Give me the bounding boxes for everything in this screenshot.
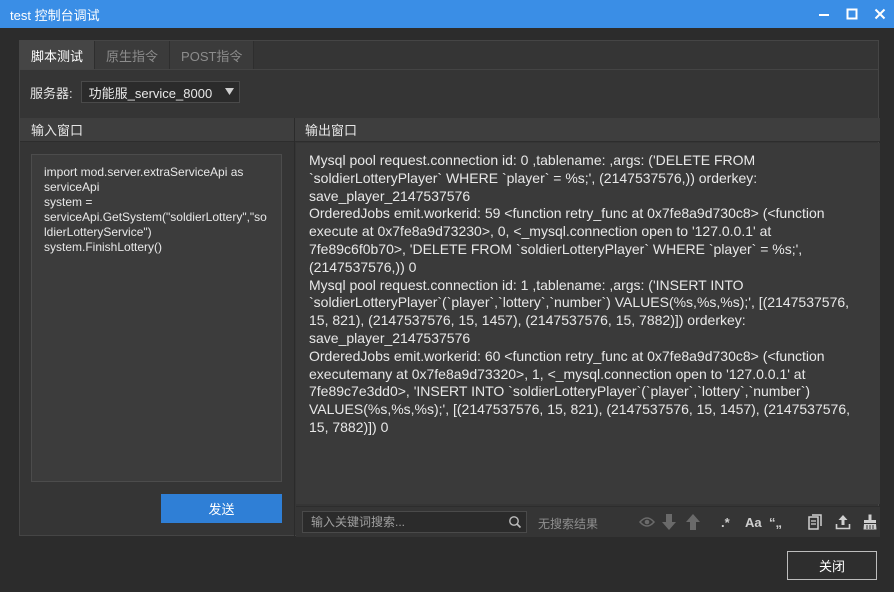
tab-bar: 脚本测试 原生指令 POST指令 xyxy=(20,41,255,69)
broom-icon xyxy=(863,514,877,530)
search-status: 无搜索结果 xyxy=(538,517,599,531)
tab-script-test[interactable]: 脚本测试 xyxy=(20,41,96,69)
window-title: test 控制台调试 xyxy=(10,7,100,23)
minimize-button[interactable] xyxy=(810,0,838,28)
window-controls xyxy=(810,0,894,28)
search-input[interactable] xyxy=(311,515,501,529)
server-row: 服务器: 功能服_service_8000 xyxy=(30,81,240,103)
output-window-header: 输出窗口 xyxy=(295,118,880,142)
send-button[interactable]: 发送 xyxy=(161,494,282,523)
close-window-button[interactable] xyxy=(866,0,894,28)
dropdown-arrow-icon xyxy=(224,88,234,95)
input-window-title: 输入窗口 xyxy=(31,123,84,138)
output-window-title: 输出窗口 xyxy=(305,123,358,138)
output-line: OrderedJobs emit.workerid: 60 <function … xyxy=(309,347,850,435)
script-input[interactable]: import mod.server.extraServiceApi as ser… xyxy=(31,154,282,482)
output-line: OrderedJobs emit.workerid: 59 <function … xyxy=(309,205,825,275)
search-icon[interactable] xyxy=(508,515,522,529)
whole-word-toggle[interactable]: “„ xyxy=(769,512,782,532)
document-icon xyxy=(808,514,822,530)
arrow-down-icon xyxy=(662,514,676,530)
show-highlight-button[interactable] xyxy=(639,512,655,532)
export-output-button[interactable] xyxy=(835,512,851,532)
tab-native-command[interactable]: 原生指令 xyxy=(95,41,171,69)
server-select-value: 功能服_service_8000 xyxy=(88,85,213,101)
output-log[interactable]: Mysql pool request.connection id: 0 ,tab… xyxy=(296,143,880,504)
previous-match-button[interactable] xyxy=(686,512,700,532)
close-icon xyxy=(874,8,886,20)
maximize-button[interactable] xyxy=(838,0,866,28)
server-label: 服务器: xyxy=(30,85,73,101)
match-case-toggle[interactable]: Aa xyxy=(745,512,762,532)
output-line: Mysql pool request.connection id: 0 ,tab… xyxy=(309,152,758,204)
clear-output-button[interactable] xyxy=(862,512,878,532)
console-panel: 脚本测试 原生指令 POST指令 服务器: 功能服_service_8000 输… xyxy=(19,40,880,537)
close-button[interactable]: 关闭 xyxy=(787,551,877,580)
minimize-icon xyxy=(819,14,829,16)
server-select[interactable]: 功能服_service_8000 xyxy=(80,81,240,103)
title-bar: test 控制台调试 xyxy=(0,0,894,28)
tab-divider xyxy=(20,69,878,70)
panel-splitter[interactable] xyxy=(294,118,295,537)
copy-output-button[interactable] xyxy=(808,512,823,532)
output-line: Mysql pool request.connection id: 1 ,tab… xyxy=(309,276,850,346)
regex-toggle[interactable]: .* xyxy=(721,512,730,532)
search-toolbar: 无搜索结果 .* Aa “„ xyxy=(296,506,880,537)
upload-icon xyxy=(835,515,851,530)
next-match-button[interactable] xyxy=(662,512,676,532)
input-window-header: 输入窗口 xyxy=(20,118,294,142)
search-field xyxy=(302,511,527,533)
eye-icon xyxy=(639,517,655,527)
tab-post-command[interactable]: POST指令 xyxy=(170,41,255,69)
arrow-up-icon xyxy=(686,514,700,530)
maximize-icon xyxy=(846,8,858,20)
